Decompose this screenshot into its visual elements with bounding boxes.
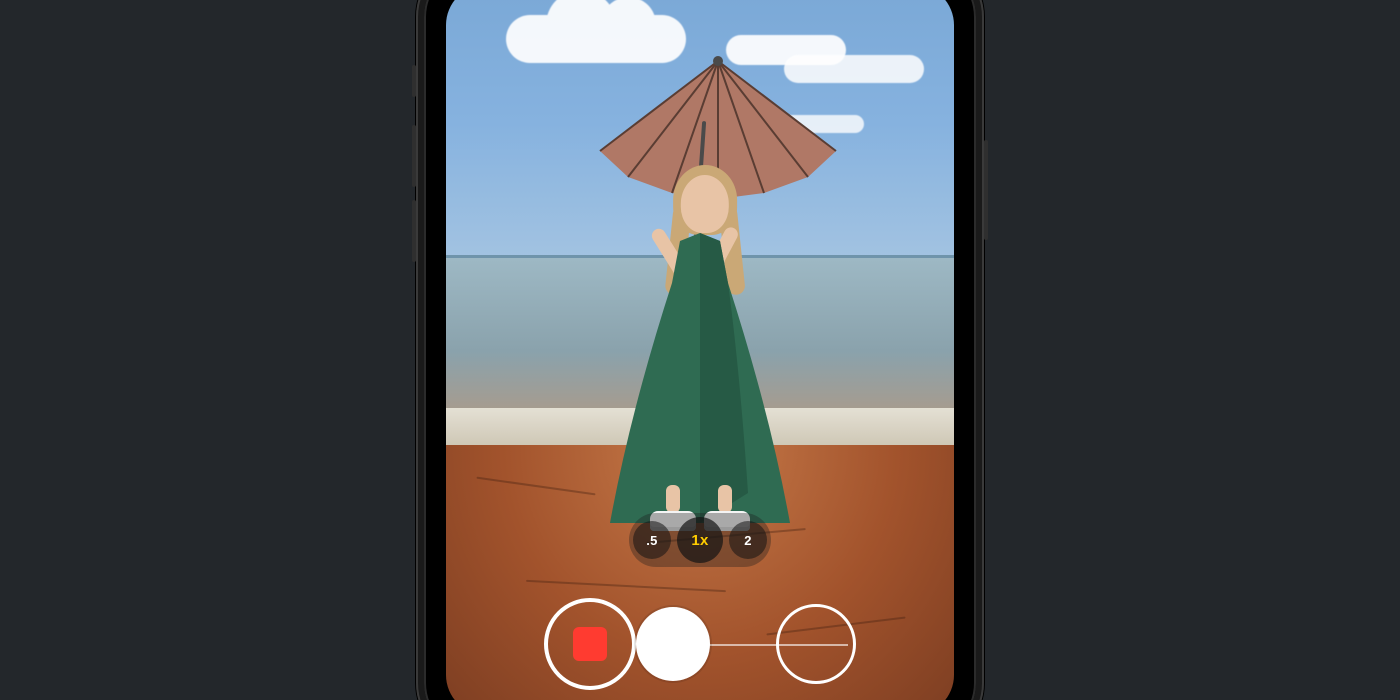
zoom-wide-button[interactable]: 1x	[677, 517, 723, 563]
volume-down-button[interactable]	[412, 200, 416, 262]
head	[681, 175, 729, 233]
lock-recording-ring[interactable]	[776, 604, 856, 684]
stop-icon	[573, 627, 607, 661]
screen: .5 1x 2	[446, 0, 954, 700]
mute-switch[interactable]	[412, 65, 416, 97]
side-button[interactable]	[984, 140, 988, 240]
capture-controls	[446, 573, 954, 700]
volume-up-button[interactable]	[412, 125, 416, 187]
record-button[interactable]	[544, 598, 636, 690]
subject-person	[580, 103, 820, 523]
leg	[718, 485, 732, 513]
zoom-selector: .5 1x 2	[629, 513, 771, 567]
zoom-tele-button[interactable]: 2	[729, 521, 767, 559]
shutter-button[interactable]	[636, 607, 710, 681]
dress	[590, 233, 810, 533]
phone-bezel: .5 1x 2	[424, 0, 976, 700]
page-background: .5 1x 2	[0, 0, 1400, 700]
leg	[666, 485, 680, 513]
phone-frame: .5 1x 2	[416, 0, 984, 700]
zoom-ultrawide-button[interactable]: .5	[633, 521, 671, 559]
